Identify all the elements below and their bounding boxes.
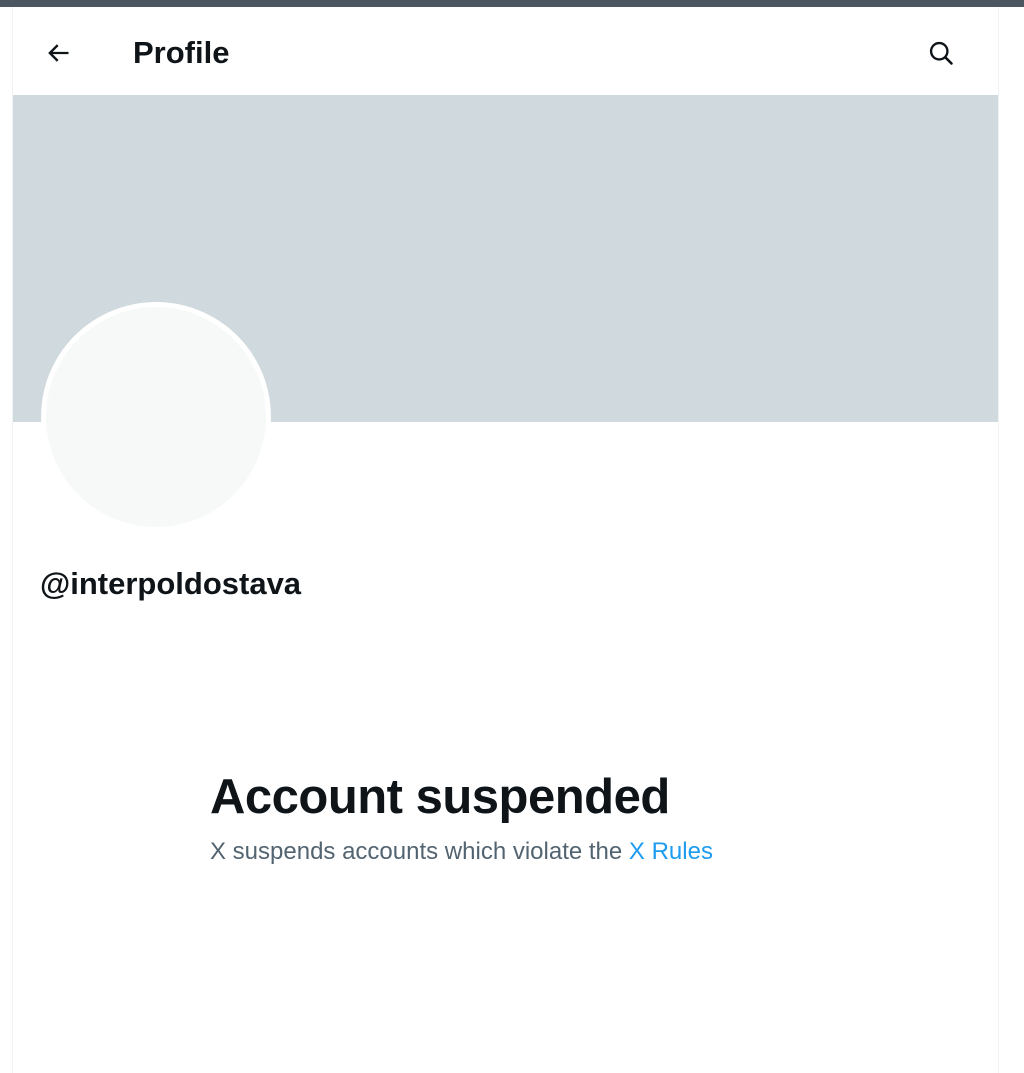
suspended-message: X suspends accounts which violate the X … — [210, 837, 713, 867]
avatar — [41, 302, 271, 532]
browser-top-strip — [0, 0, 1024, 7]
arrow-left-icon — [48, 44, 69, 62]
suspended-message-text: X suspends accounts which violate the — [210, 838, 629, 865]
profile-handle: @interpoldostava — [40, 566, 302, 601]
search-button[interactable] — [919, 31, 963, 75]
profile-column: Profile @interpoldostava Account suspend… — [12, 7, 999, 1073]
back-button[interactable] — [36, 31, 80, 75]
profile-header: Profile — [13, 7, 998, 95]
page-title: Profile — [133, 35, 230, 70]
suspended-title: Account suspended — [210, 770, 670, 824]
x-rules-link[interactable]: X Rules — [629, 838, 713, 865]
search-icon — [929, 41, 953, 65]
